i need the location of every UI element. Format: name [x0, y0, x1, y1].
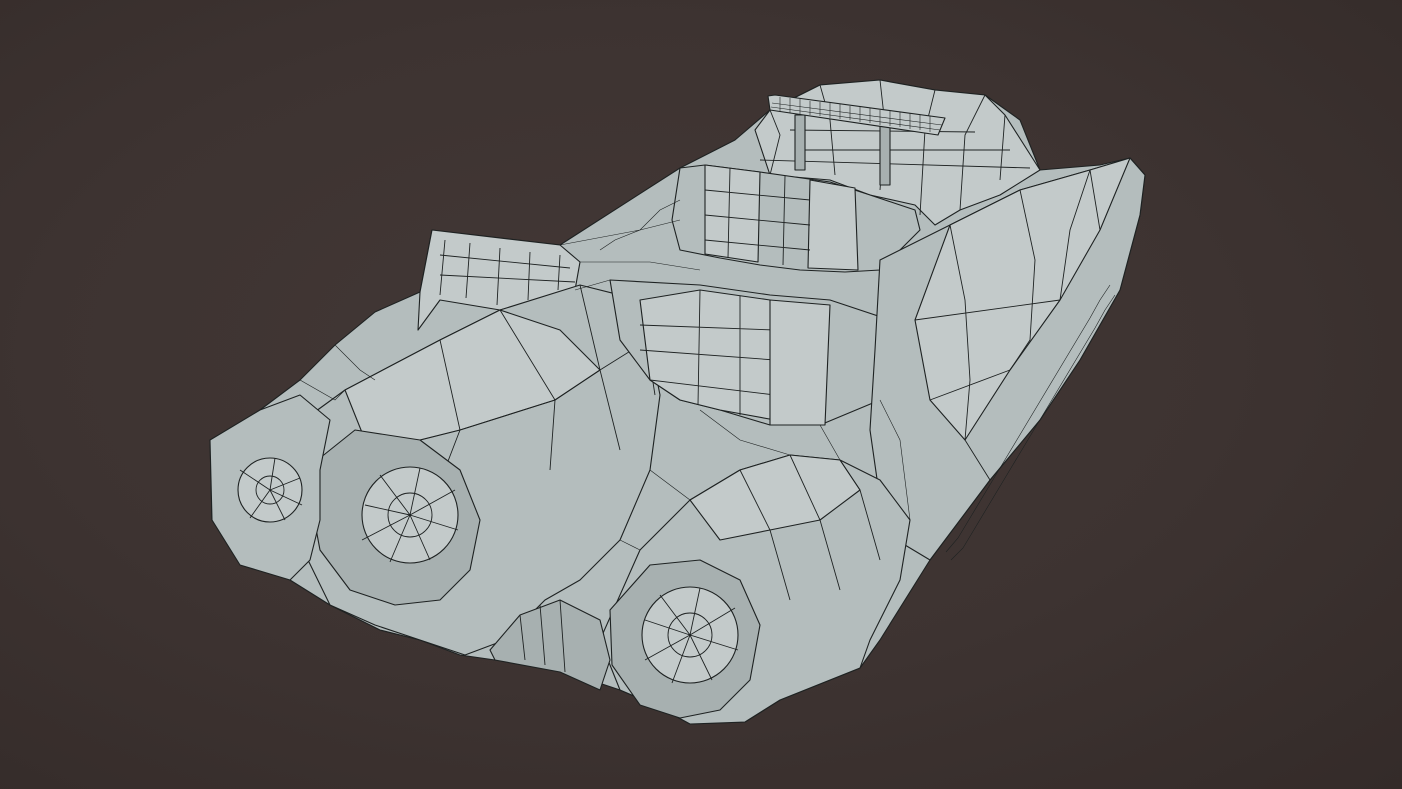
3d-viewport[interactable]: .m { fill: #b4bdbd; stroke: #1e2222; str… [0, 0, 1402, 789]
far-left-engine [209, 394, 331, 581]
ship-model[interactable] [209, 79, 1146, 725]
